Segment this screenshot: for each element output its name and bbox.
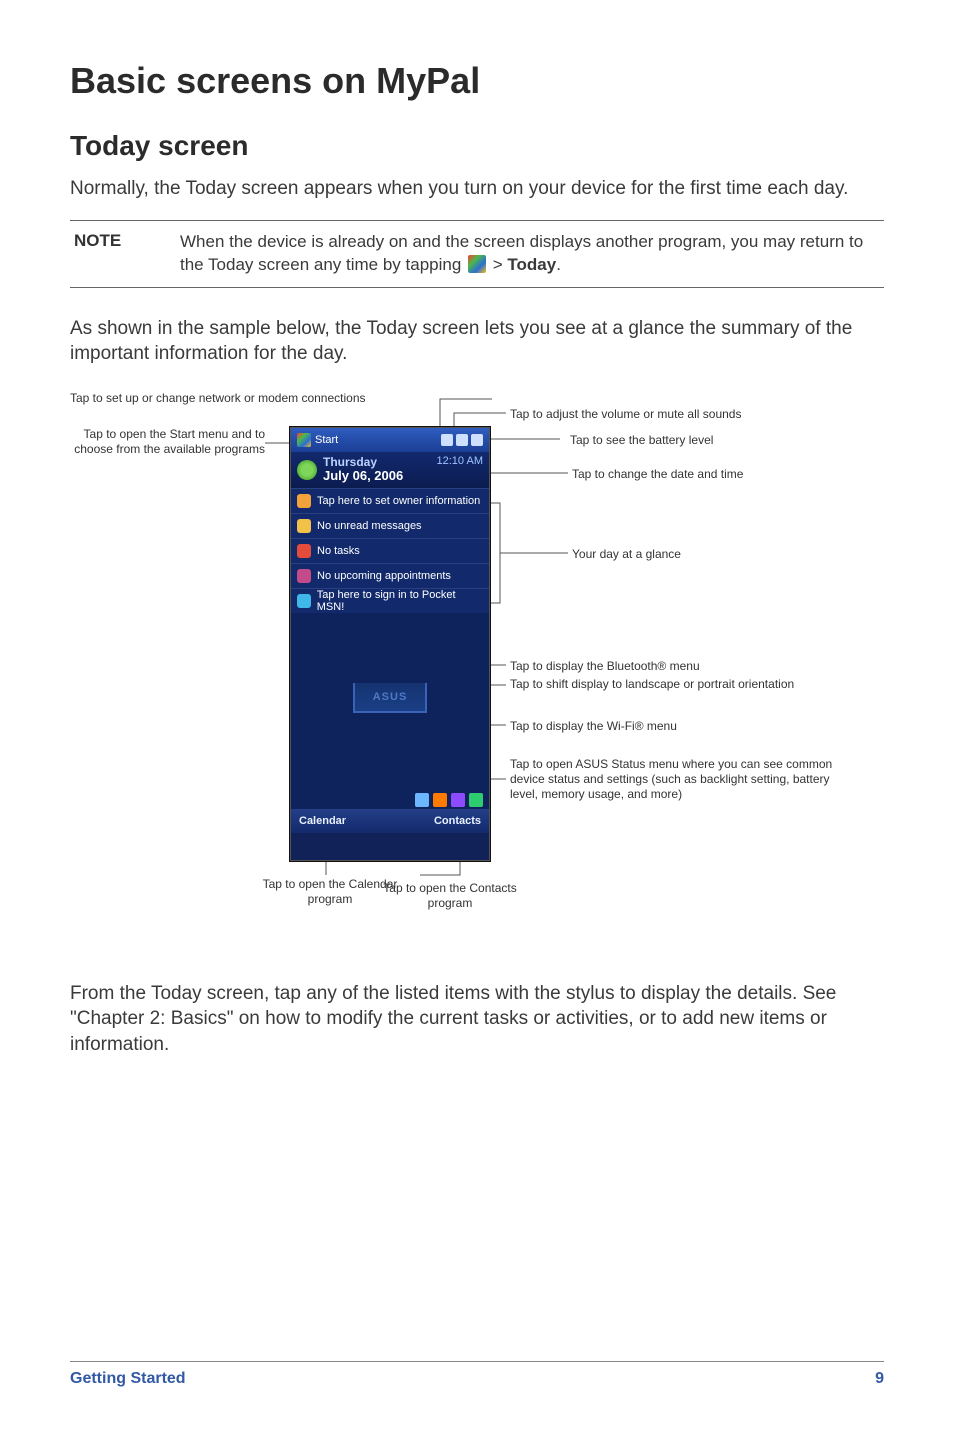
wifi-icon[interactable] (451, 793, 465, 807)
callout-asus-status: Tap to open ASUS Status menu where you c… (510, 757, 840, 802)
msn-text: Tap here to sign in to Pocket MSN! (317, 589, 483, 613)
note-today-bold: Today (507, 255, 556, 274)
messages-row[interactable]: No unread messages (291, 513, 489, 538)
start-flag-icon[interactable] (297, 433, 311, 447)
footer-page-number: 9 (875, 1370, 884, 1388)
owner-icon (297, 494, 311, 508)
clock-icon (297, 460, 317, 480)
time-label: 12:10 AM (437, 455, 483, 467)
callout-volume: Tap to adjust the volume or mute all sou… (510, 407, 830, 422)
callout-bluetooth: Tap to display the Bluetooth® menu (510, 659, 760, 674)
note-text-after: > (488, 255, 507, 274)
callout-datetime: Tap to change the date and time (572, 467, 832, 482)
note-text: When the device is already on and the sc… (180, 231, 880, 277)
network-icon[interactable] (441, 434, 453, 446)
volume-icon[interactable] (456, 434, 468, 446)
after-note-paragraph: As shown in the sample below, the Today … (70, 316, 884, 367)
appointments-icon (297, 569, 311, 583)
annotated-diagram: Start Thursday July 06, 2006 12:10 AM (70, 385, 884, 955)
start-menu-icon (468, 255, 486, 273)
phone-title-bar[interactable]: Start (291, 428, 489, 452)
callout-contacts: Tap to open the Contacts program (380, 881, 520, 911)
tasks-row[interactable]: No tasks (291, 538, 489, 563)
section-title: Today screen (70, 130, 884, 162)
device-screenshot: Start Thursday July 06, 2006 12:10 AM (290, 427, 490, 861)
page-title: Basic screens on MyPal (70, 60, 884, 102)
page-footer: Getting Started 9 (70, 1361, 884, 1388)
owner-row[interactable]: Tap here to set owner information (291, 488, 489, 513)
date-label: July 06, 2006 (323, 469, 403, 483)
orientation-icon[interactable] (433, 793, 447, 807)
callout-start-menu: Tap to open the Start menu and to choose… (70, 427, 265, 457)
softkey-contacts[interactable]: Contacts (434, 815, 481, 827)
note-box: NOTE When the device is already on and t… (70, 220, 884, 288)
bluetooth-icon[interactable] (415, 793, 429, 807)
tasks-text: No tasks (317, 545, 360, 557)
tasks-icon (297, 544, 311, 558)
note-label: NOTE (74, 231, 144, 277)
start-label[interactable]: Start (315, 434, 338, 446)
asus-logo: ASUS (353, 683, 427, 713)
callout-calendar: Tap to open the Calendar program (260, 877, 400, 907)
battery-icon[interactable] (471, 434, 483, 446)
callout-wifi: Tap to display the Wi-Fi® menu (510, 719, 770, 734)
messages-icon (297, 519, 311, 533)
msn-row[interactable]: Tap here to sign in to Pocket MSN! (291, 588, 489, 613)
phone-date-row[interactable]: Thursday July 06, 2006 12:10 AM (291, 452, 489, 488)
asus-status-icon[interactable] (469, 793, 483, 807)
phone-body-area: ASUS (291, 613, 489, 781)
callout-battery: Tap to see the battery level (570, 433, 820, 448)
softkey-calendar[interactable]: Calendar (299, 815, 346, 827)
owner-text: Tap here to set owner information (317, 495, 480, 507)
callout-glance: Your day at a glance (572, 547, 772, 562)
appointments-text: No upcoming appointments (317, 570, 451, 582)
footer-title: Getting Started (70, 1370, 186, 1388)
msn-icon (297, 594, 311, 608)
intro-paragraph: Normally, the Today screen appears when … (70, 176, 884, 202)
after-diagram-paragraph: From the Today screen, tap any of the li… (70, 981, 884, 1058)
softkey-bar: Calendar Contacts (291, 809, 489, 833)
callout-network: Tap to set up or change network or modem… (70, 391, 430, 406)
status-bar (291, 781, 489, 809)
note-text-end: . (556, 255, 561, 274)
messages-text: No unread messages (317, 520, 422, 532)
appointments-row[interactable]: No upcoming appointments (291, 563, 489, 588)
callout-orientation: Tap to shift display to landscape or por… (510, 677, 810, 692)
